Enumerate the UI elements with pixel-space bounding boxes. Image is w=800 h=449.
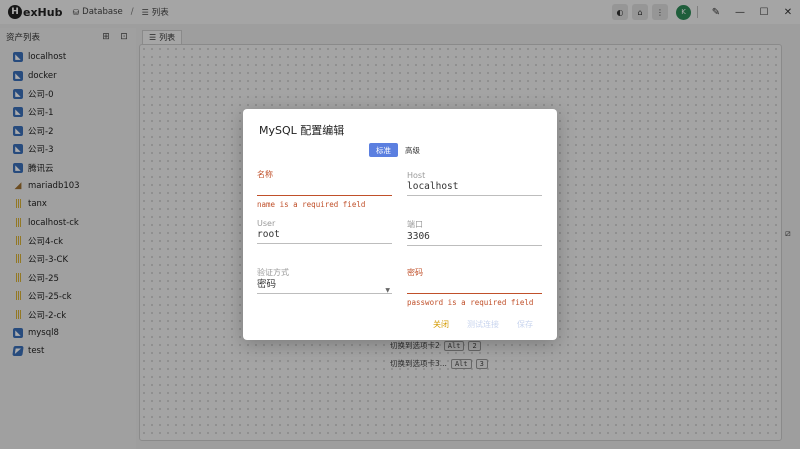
dialog-title: MySQL 配置编辑 — [259, 124, 345, 137]
auth-value[interactable]: 密码 — [257, 278, 392, 291]
dialog-actions: 关闭 测试连接 保存 — [415, 319, 533, 330]
save-button[interactable]: 保存 — [517, 319, 533, 330]
chevron-down-icon[interactable]: ▼ — [385, 287, 390, 294]
user-field[interactable]: User root — [257, 219, 392, 244]
password-label: 密码 — [407, 268, 423, 277]
host-label: Host — [407, 171, 426, 180]
config-mode-tabs: 标准 高级 — [369, 143, 427, 157]
test-connection-button[interactable]: 测试连接 — [467, 319, 499, 330]
tab-standard[interactable]: 标准 — [369, 143, 398, 157]
user-label: User — [257, 219, 276, 228]
port-underline — [407, 245, 542, 246]
password-field[interactable]: 密码 password is a required field — [407, 267, 542, 307]
auth-label: 验证方式 — [257, 268, 289, 277]
auth-method-select[interactable]: 验证方式 密码 ▼ — [257, 267, 392, 294]
host-field[interactable]: Host localhost — [407, 171, 542, 196]
tab-advanced[interactable]: 高级 — [398, 143, 427, 157]
password-input[interactable] — [407, 278, 542, 291]
port-label: 端口 — [407, 220, 423, 229]
host-underline — [407, 195, 542, 196]
name-label: 名称 — [257, 170, 273, 179]
password-error: password is a required field — [407, 298, 534, 307]
password-underline — [407, 293, 542, 294]
name-error: name is a required field — [257, 200, 366, 209]
name-field[interactable]: 名称 name is a required field — [257, 169, 392, 209]
user-underline — [257, 243, 392, 244]
mysql-config-dialog: MySQL 配置编辑 标准 高级 名称 name is a required f… — [243, 109, 557, 340]
user-input[interactable]: root — [257, 228, 392, 241]
port-input[interactable]: 3306 — [407, 230, 542, 243]
close-button[interactable]: 关闭 — [433, 319, 449, 330]
port-field[interactable]: 端口 3306 — [407, 219, 542, 246]
host-input[interactable]: localhost — [407, 180, 542, 193]
auth-underline — [257, 293, 392, 294]
name-input[interactable] — [257, 180, 392, 193]
name-underline — [257, 195, 392, 196]
